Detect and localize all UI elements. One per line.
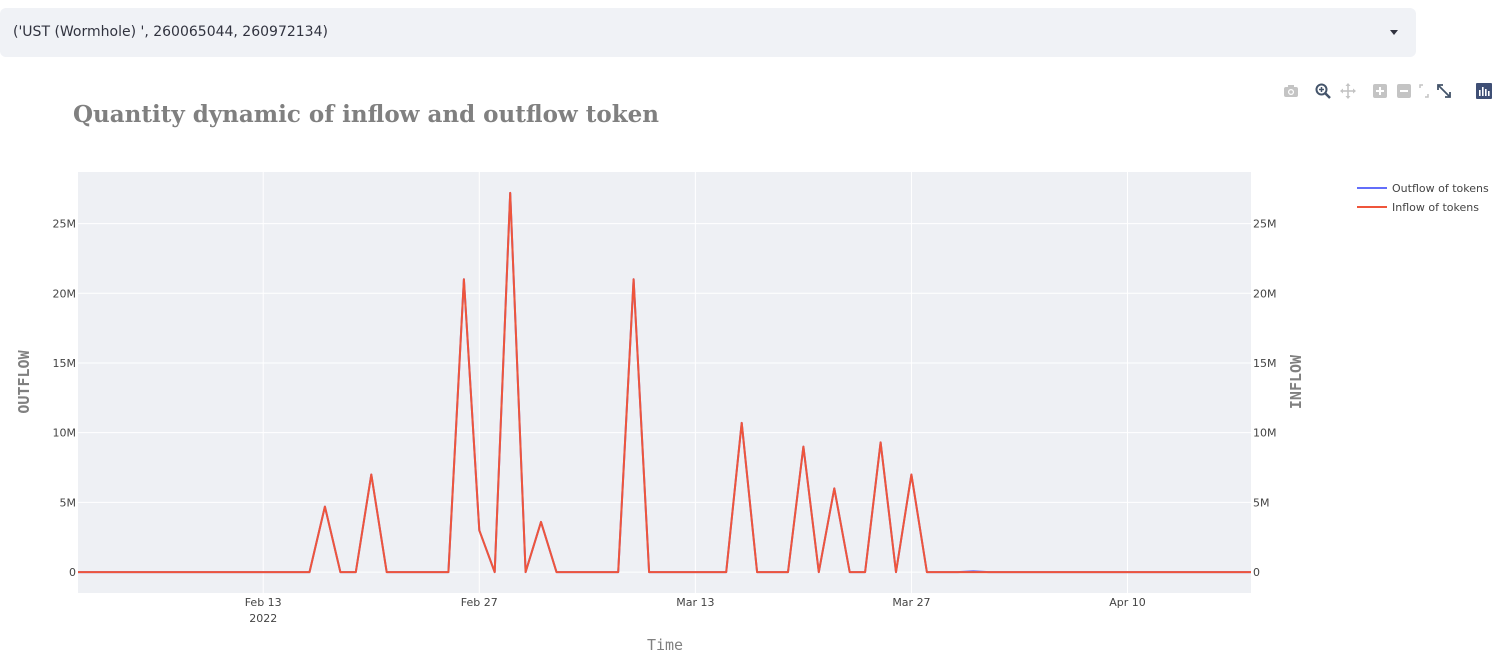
y-tick-label-right: 0 xyxy=(1253,566,1260,579)
line-chart: Quantity dynamic of inflow and outflow t… xyxy=(15,101,1489,650)
legend-label[interactable]: Inflow of tokens xyxy=(1392,201,1479,214)
y-tick-label-left: 20M xyxy=(53,287,77,300)
y-axis-title-left: OUTFLOW xyxy=(15,349,33,413)
y-tick-label-right: 10M xyxy=(1253,427,1277,440)
y-tick-label-left: 25M xyxy=(53,218,77,231)
legend-label[interactable]: Outflow of tokens xyxy=(1392,182,1489,195)
chart-title: Quantity dynamic of inflow and outflow t… xyxy=(73,101,659,128)
x-tick-label: Feb 13 xyxy=(245,596,282,609)
y-tick-label-right: 25M xyxy=(1253,218,1277,231)
y-tick-label-right: 15M xyxy=(1253,357,1277,370)
y-axis-right: 0 5M 10M 15M 20M 25M xyxy=(1253,218,1277,580)
x-axis: Feb 13 2022 Feb 27 Mar 13 Mar 27 Apr 10 xyxy=(245,596,1146,625)
x-tick-label: Mar 13 xyxy=(676,596,714,609)
x-tick-label: Mar 27 xyxy=(892,596,930,609)
y-tick-label-left: 15M xyxy=(53,357,77,370)
y-tick-label-right: 5M xyxy=(1253,496,1270,509)
x-tick-label: Apr 10 xyxy=(1109,596,1146,609)
y-tick-label-left: 10M xyxy=(53,427,77,440)
y-axis-left: 0 5M 10M 15M 20M 25M xyxy=(53,218,77,580)
x-tick-sublabel: 2022 xyxy=(249,612,277,625)
y-tick-label-left: 0 xyxy=(69,566,76,579)
y-tick-label-right: 20M xyxy=(1253,287,1277,300)
legend: Outflow of tokens Inflow of tokens xyxy=(1357,182,1489,214)
plot-area[interactable] xyxy=(78,172,1251,593)
y-tick-label-left: 5M xyxy=(60,496,77,509)
x-axis-title: Time xyxy=(647,636,683,650)
x-tick-label: Feb 27 xyxy=(461,596,498,609)
y-axis-title-right: INFLOW xyxy=(1287,354,1305,409)
